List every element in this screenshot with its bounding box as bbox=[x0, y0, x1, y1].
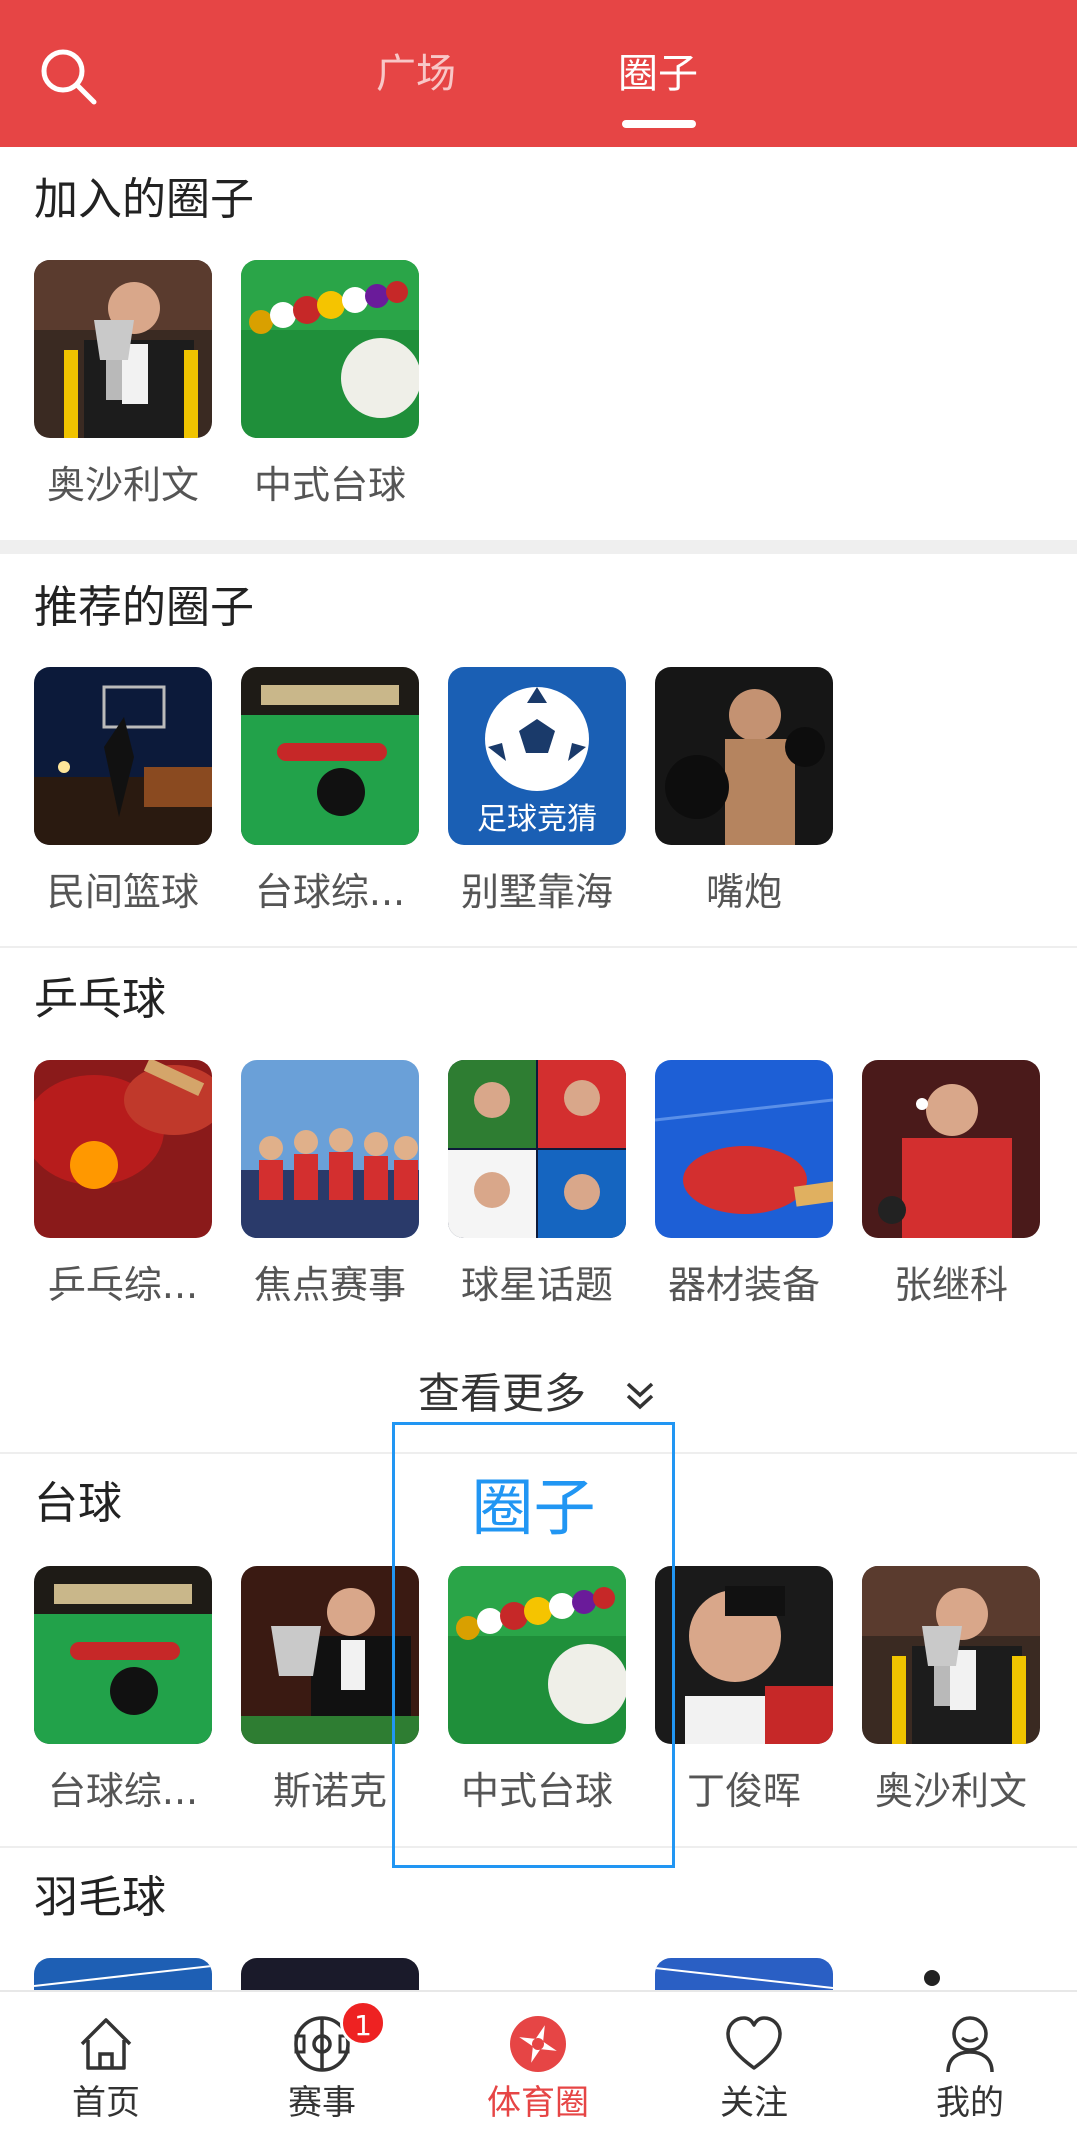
circle-label[interactable]: 焦点赛事 bbox=[230, 1260, 430, 1310]
nav-home[interactable]: 首页 bbox=[16, 1992, 196, 2132]
nav-label: 首页 bbox=[72, 2083, 140, 2123]
view-more-link[interactable]: 查看更多 bbox=[418, 1366, 586, 1422]
bottom-nav: 首页 1 赛事 体育圈 关注 我的 bbox=[0, 1990, 1077, 2132]
circle-label[interactable]: 乒乓综... bbox=[23, 1260, 223, 1310]
circle-label[interactable]: 奥沙利文 bbox=[23, 460, 223, 510]
tab-plaza[interactable]: 广场 bbox=[376, 48, 456, 100]
notification-badge: 1 bbox=[340, 2000, 386, 2046]
profile-icon bbox=[938, 2012, 1002, 2076]
top-header: 广场 圈子 bbox=[0, 0, 1077, 147]
circle-label[interactable]: 张继科 bbox=[851, 1260, 1051, 1310]
heart-icon bbox=[722, 2012, 786, 2076]
active-tab-indicator bbox=[622, 120, 696, 128]
badminton-section-title: 羽毛球 bbox=[34, 1872, 166, 1923]
pingpong-section-title: 乒乓球 bbox=[34, 974, 166, 1025]
circle-thumb-badminton-2[interactable] bbox=[241, 1958, 419, 1990]
circle-thumb-focus-events[interactable] bbox=[241, 1060, 419, 1238]
nav-label: 关注 bbox=[720, 2083, 788, 2123]
circle-thumb-zhang-jike[interactable] bbox=[862, 1060, 1040, 1238]
highlight-label: 圈子 bbox=[471, 1471, 596, 1544]
circle-thumb-osullivan[interactable] bbox=[34, 260, 212, 438]
nav-label: 赛事 bbox=[288, 2083, 356, 2123]
circle-thumb-billiards-general[interactable] bbox=[34, 1566, 212, 1744]
circle-thumb-chinese-billiards[interactable] bbox=[241, 260, 419, 438]
double-chevron-down-icon[interactable] bbox=[622, 1378, 658, 1414]
circle-thumb-badminton-1[interactable] bbox=[34, 1958, 212, 1990]
circle-thumb-fighter[interactable] bbox=[655, 667, 833, 845]
circle-label[interactable]: 奥沙利文 bbox=[851, 1766, 1051, 1816]
section-divider bbox=[0, 540, 1077, 554]
circle-thumb-billiards-general[interactable] bbox=[241, 667, 419, 845]
circle-thumb-badminton-3[interactable] bbox=[655, 1958, 833, 1990]
circle-thumb-ding-junhui[interactable] bbox=[655, 1566, 833, 1744]
circle-thumb-osullivan[interactable] bbox=[862, 1566, 1040, 1744]
circle-label[interactable]: 器材装备 bbox=[644, 1260, 844, 1310]
section-divider bbox=[0, 946, 1077, 948]
circle-label[interactable]: 台球综... bbox=[23, 1766, 223, 1816]
billiards-section-title: 台球 bbox=[34, 1478, 122, 1529]
sports-circle-icon bbox=[506, 2012, 570, 2076]
circle-thumb-equipment[interactable] bbox=[655, 1060, 833, 1238]
nav-follow[interactable]: 关注 bbox=[664, 1992, 844, 2132]
circle-label[interactable]: 中式台球 bbox=[230, 460, 430, 510]
recommended-section-title: 推荐的圈子 bbox=[34, 582, 254, 633]
circle-thumb-badminton-4[interactable] bbox=[862, 1958, 1040, 1990]
home-icon bbox=[74, 2012, 138, 2076]
circle-label[interactable]: 别墅靠海 bbox=[437, 867, 637, 917]
football-quiz-logo-text: 足球竞猜 bbox=[477, 802, 597, 837]
circle-thumb-star-topics[interactable] bbox=[448, 1060, 626, 1238]
search-icon[interactable] bbox=[36, 44, 100, 108]
nav-label: 我的 bbox=[936, 2083, 1004, 2123]
nav-label: 体育圈 bbox=[487, 2083, 589, 2123]
circle-label[interactable]: 台球综... bbox=[230, 867, 430, 917]
nav-sports-circle[interactable]: 体育圈 bbox=[448, 1992, 628, 2132]
circle-thumb-street-basketball[interactable] bbox=[34, 667, 212, 845]
joined-section-title: 加入的圈子 bbox=[34, 174, 254, 225]
circle-label[interactable]: 民间篮球 bbox=[23, 867, 223, 917]
tab-circle[interactable]: 圈子 bbox=[618, 48, 698, 100]
circle-label[interactable]: 嘴炮 bbox=[644, 867, 844, 917]
nav-profile[interactable]: 我的 bbox=[880, 1992, 1060, 2132]
nav-matches[interactable]: 1 赛事 bbox=[232, 1992, 412, 2132]
circle-thumb-pingpong-general[interactable] bbox=[34, 1060, 212, 1238]
circle-label[interactable]: 球星话题 bbox=[437, 1260, 637, 1310]
